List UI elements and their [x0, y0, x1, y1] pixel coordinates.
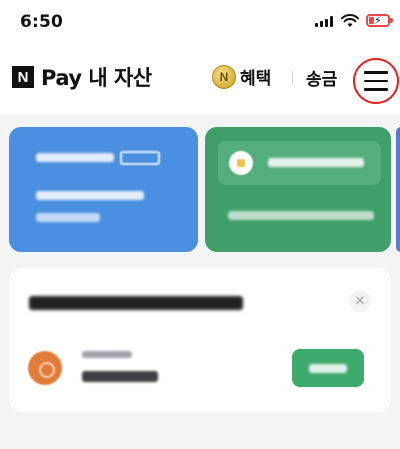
send-button[interactable]: 송금 [306, 65, 337, 90]
coin-icon: N [212, 64, 236, 89]
header-divider [292, 71, 293, 85]
blurred-card-green-icon [229, 151, 253, 175]
naver-logo: N [12, 66, 34, 88]
blurred-card-next[interactable] [396, 127, 400, 252]
blurred-card-blue-badge [120, 151, 160, 165]
status-bar: 6:50 ⚡ [0, 0, 400, 44]
benefit-button[interactable]: N 혜택 [212, 64, 271, 89]
blurred-merchant-icon [28, 351, 62, 385]
blurred-merchant-detail [82, 371, 158, 382]
blurred-card-green-pill[interactable] [218, 141, 381, 185]
blurred-promo-title [29, 296, 243, 310]
blurred-card-blue-label [36, 153, 114, 162]
battery-charging-low-icon: ⚡ [366, 14, 393, 27]
blurred-card-green-pill-text [268, 158, 364, 167]
promo-card[interactable] [9, 268, 391, 412]
blurred-promo-action-button[interactable] [292, 349, 364, 387]
status-time: 6:50 [20, 12, 64, 32]
page-background [0, 425, 400, 449]
page-title: Pay 내 자산 [41, 66, 152, 90]
cellular-signal-icon [315, 16, 333, 27]
blurred-card-green-line [228, 211, 374, 220]
blurred-merchant-name [82, 351, 132, 358]
app-header: N Pay 내 자산 N 혜택 송금 [0, 44, 400, 114]
wifi-icon [341, 14, 359, 27]
hamburger-menu-icon[interactable] [353, 58, 399, 104]
blurred-promo-action-label [309, 364, 347, 373]
blurred-card-blue-line-2 [36, 213, 100, 222]
blurred-card-blue-line-1 [36, 191, 144, 200]
close-icon[interactable]: ✕ [349, 290, 371, 312]
benefit-label: 혜택 [240, 69, 272, 89]
blurred-card-blue[interactable] [9, 127, 198, 252]
